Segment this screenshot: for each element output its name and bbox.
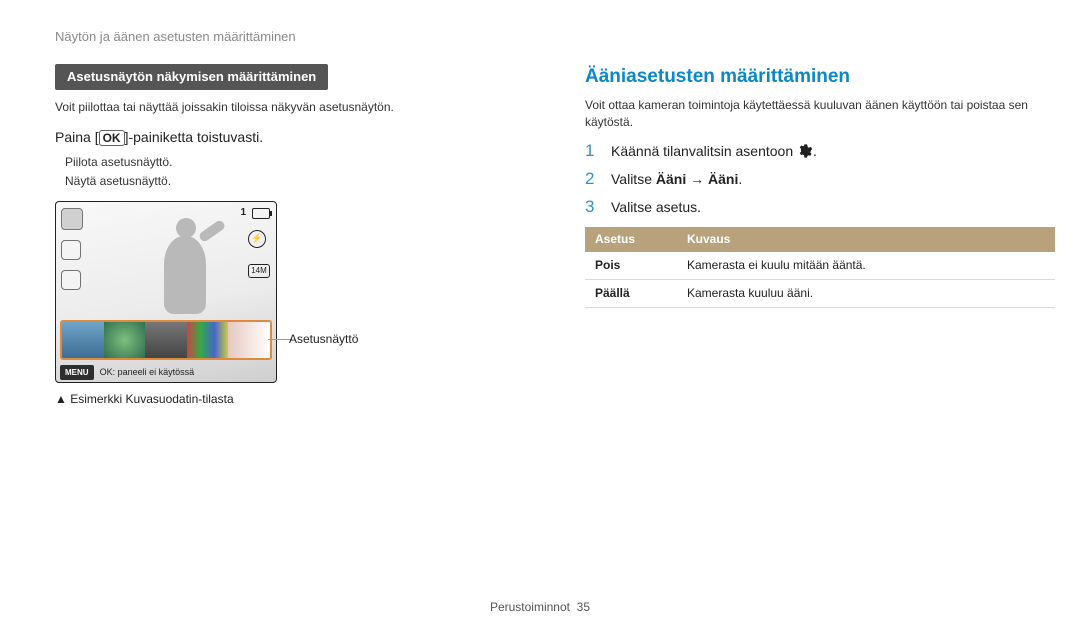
table-row: Päällä Kamerasta kuuluu ääni.	[585, 279, 1055, 307]
menu-chip: MENU	[60, 365, 94, 380]
press-prefix: Paina [	[55, 129, 99, 145]
step-1: 1 Käännä tilanvalitsin asentoon .	[585, 142, 1055, 162]
thumb-5	[228, 322, 270, 358]
step-suffix: .	[813, 143, 817, 159]
osd-bottom-text: OK: paneeli ei käytössä	[100, 366, 195, 379]
step-number: 2	[585, 170, 599, 190]
section-desc: Voit piilottaa tai näyttää joissakin til…	[55, 99, 525, 116]
table-cell-value: Kamerasta kuuluu ääni.	[677, 279, 1055, 307]
thumb-2	[104, 322, 146, 358]
table-header-setting: Asetus	[585, 227, 677, 252]
figure-caption: ▲ Esimerkki Kuvasuodatin-tilasta	[55, 391, 525, 408]
page-header: Näytön ja äänen asetusten määrittäminen	[55, 28, 1025, 46]
flash-icon: ⚡	[248, 230, 266, 248]
step-text: Valitse Ääni → Ääni.	[611, 170, 742, 190]
page-footer: Perustoiminnot 35	[0, 599, 1080, 616]
silhouette-graphic	[148, 218, 218, 328]
table-header-desc: Kuvaus	[677, 227, 1055, 252]
options-table: Asetus Kuvaus Pois Kamerasta ei kuulu mi…	[585, 227, 1055, 307]
step-bold: Ääni	[656, 171, 686, 187]
callout-label: Asetusnäyttö	[289, 331, 358, 348]
thumb-1	[62, 322, 104, 358]
osd-top: 1	[240, 206, 270, 220]
step-text: Käännä tilanvalitsin asentoon .	[611, 142, 817, 162]
mode-icon	[61, 208, 83, 230]
gear-icon	[797, 143, 813, 159]
bullet-hide: Piilota asetusnäyttö.	[65, 154, 525, 171]
osd-count: 1	[240, 206, 246, 220]
step-2: 2 Valitse Ääni → Ääni.	[585, 170, 1055, 190]
size-icon: 14M	[248, 264, 270, 278]
osd-bottom-bar: MENU OK: paneeli ei käytössä	[60, 364, 272, 380]
osd-left-icons	[61, 208, 83, 290]
section-title: Ääniasetusten määrittäminen	[585, 64, 1055, 91]
table-cell-key: Päällä	[585, 279, 677, 307]
arrow-icon: →	[686, 171, 708, 187]
press-instruction: Paina [OK]-painiketta toistuvasti.	[55, 128, 525, 148]
step-number: 3	[585, 198, 599, 218]
footer-page: 35	[577, 600, 590, 614]
thumb-4	[187, 322, 229, 358]
step-prefix: Valitse	[611, 171, 656, 187]
table-row: Pois Kamerasta ei kuulu mitään ääntä.	[585, 252, 1055, 279]
step-3: 3 Valitse asetus.	[585, 198, 1055, 218]
step-number: 1	[585, 142, 599, 162]
camera-screen: 1 ⚡ 14M	[55, 201, 277, 383]
battery-icon	[252, 208, 270, 219]
press-suffix: ]-painiketta toistuvasti.	[125, 129, 264, 145]
step-suffix: .	[738, 171, 742, 187]
section-subbar: Asetusnäytön näkymisen määrittäminen	[55, 64, 328, 90]
ok-chip: OK	[99, 130, 125, 146]
footer-section: Perustoiminnot	[490, 600, 570, 614]
osd-right-icons: ⚡ 14M	[248, 230, 270, 278]
step-text: Valitse asetus.	[611, 198, 701, 218]
camera-icon	[61, 240, 81, 260]
bullet-show: Näytä asetusnäyttö.	[65, 173, 525, 190]
filter-thumbnail-row	[60, 320, 272, 360]
record-icon	[61, 270, 81, 290]
table-cell-key: Pois	[585, 252, 677, 279]
table-cell-value: Kamerasta ei kuulu mitään ääntä.	[677, 252, 1055, 279]
section-desc-right: Voit ottaa kameran toimintoja käytettäes…	[585, 97, 1055, 131]
thumb-3	[145, 322, 187, 358]
step-bold: Ääni	[708, 171, 738, 187]
step-prefix: Käännä tilanvalitsin asentoon	[611, 143, 797, 159]
